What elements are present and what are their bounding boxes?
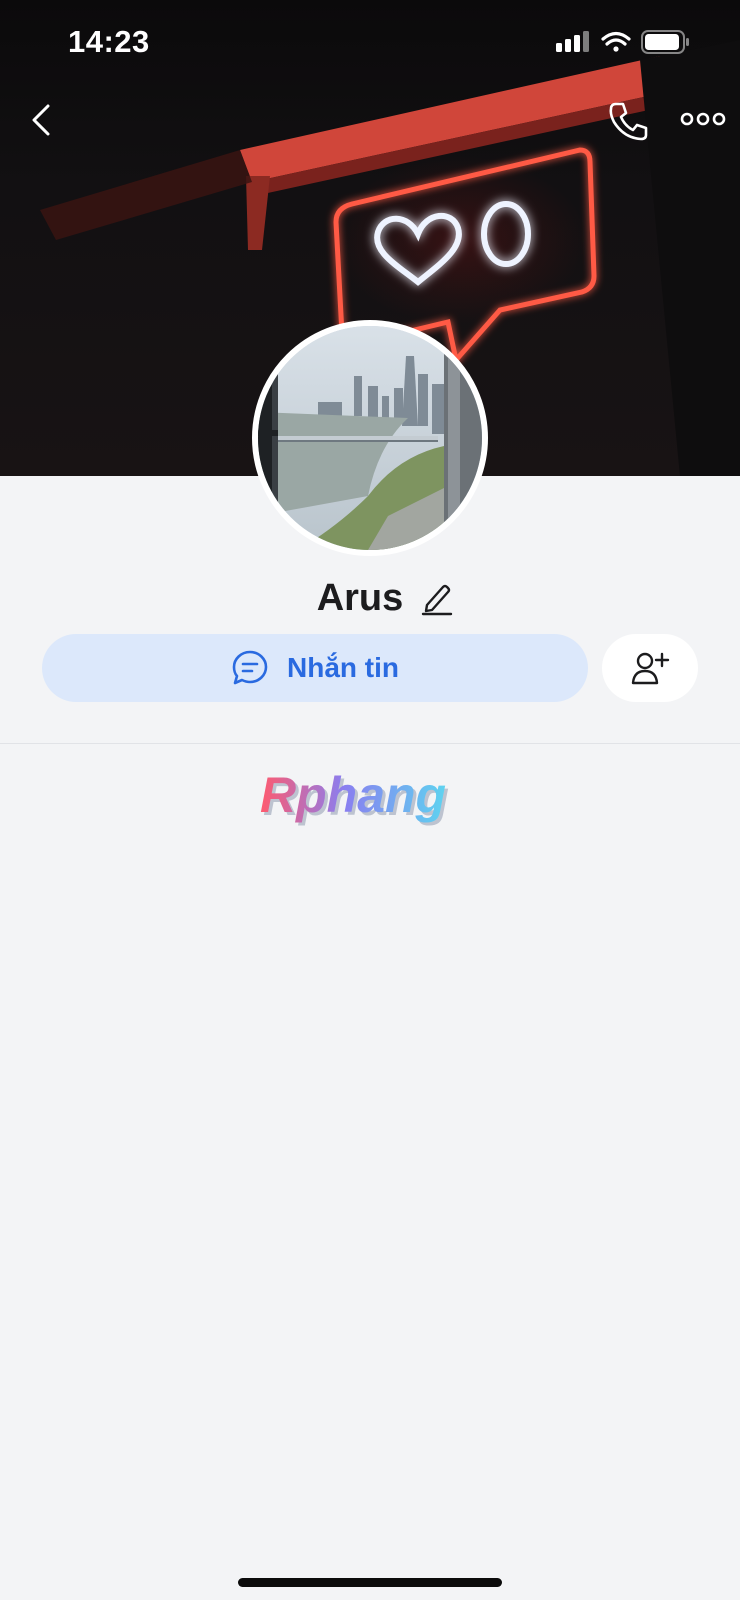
pencil-icon[interactable] <box>419 580 453 616</box>
more-dots-icon[interactable] <box>680 104 726 134</box>
battery-icon <box>641 30 689 54</box>
add-friend-button[interactable] <box>602 634 698 702</box>
wifi-icon <box>601 31 631 52</box>
chat-bubble-icon <box>232 650 268 685</box>
watermark-text: Rphang <box>260 767 446 823</box>
section-divider <box>0 743 740 744</box>
signal-icon <box>556 31 589 52</box>
status-bar: 14:23 <box>0 0 740 84</box>
avatar[interactable] <box>252 320 488 556</box>
status-icons <box>556 30 689 54</box>
message-button-label: Nhắn tin <box>287 652 399 683</box>
status-time: 14:23 <box>68 24 150 59</box>
profile-name-row: Arus <box>0 570 740 626</box>
profile-name: Arus <box>316 576 404 619</box>
message-button[interactable]: Nhắn tin <box>42 634 588 702</box>
home-indicator[interactable] <box>238 1578 502 1587</box>
back-chevron-icon[interactable] <box>22 98 62 142</box>
add-user-icon <box>631 652 670 685</box>
avatar-image <box>258 326 482 550</box>
phone-icon[interactable] <box>606 98 650 142</box>
watermark-logo: Rphang Rphang <box>260 767 449 826</box>
